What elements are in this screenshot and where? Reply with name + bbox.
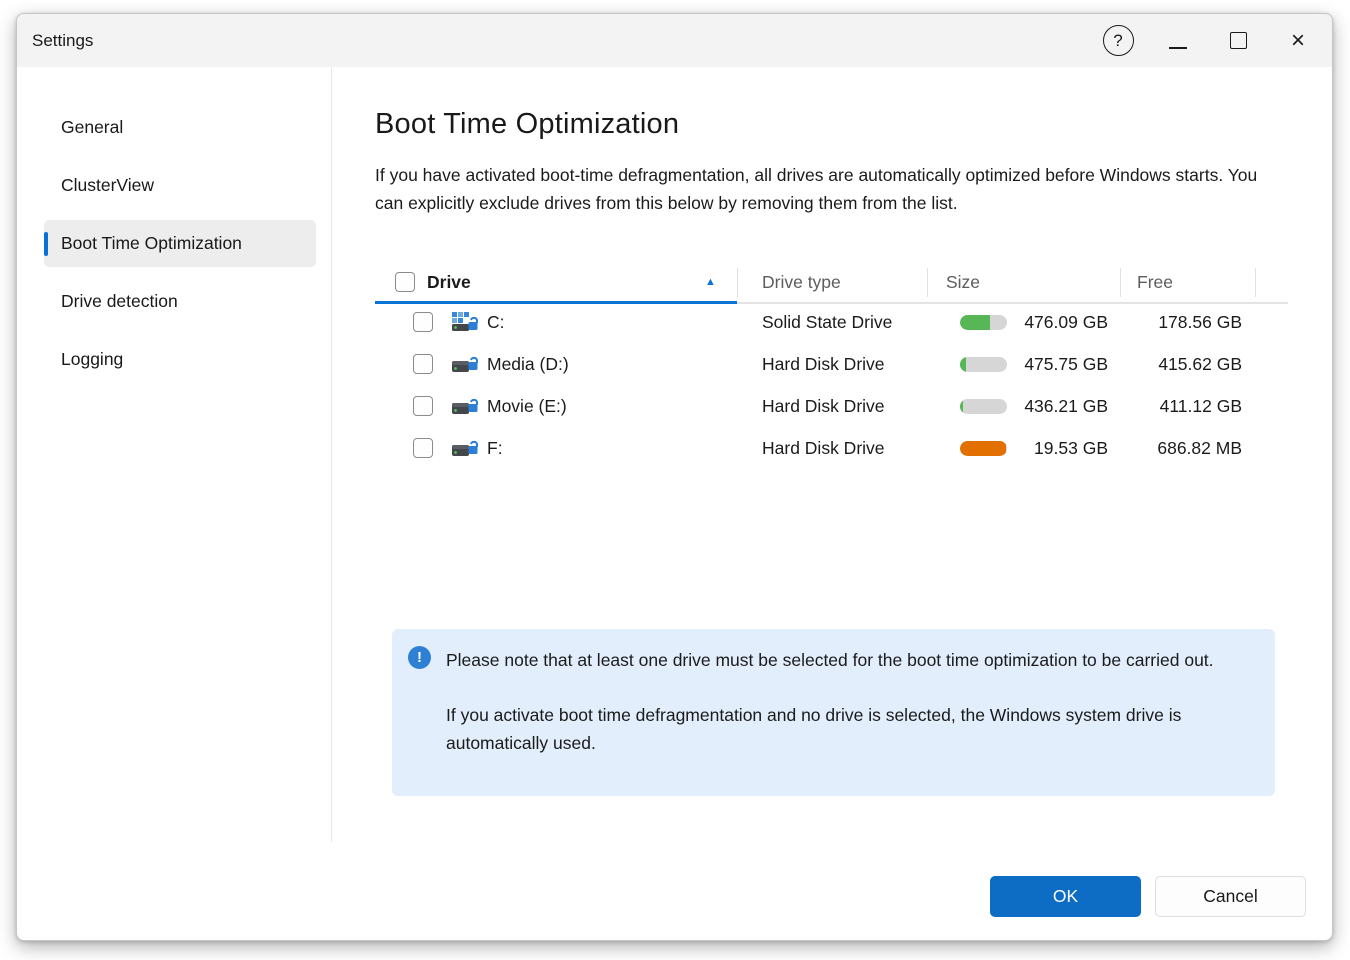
page-description: If you have activated boot-time defragme… [375,161,1283,217]
info-box: ! Please note that at least one drive mu… [392,629,1275,796]
sidebar-item-label: Boot Time Optimization [61,233,242,254]
close-button[interactable]: × [1282,25,1314,57]
settings-window: Settings ? × General ClusterView [16,13,1333,941]
drive-table: Drive ▲ Drive type Size Free [375,263,1288,469]
sidebar-item-boot-time-optimization[interactable]: Boot Time Optimization [44,220,316,267]
drive-size: 476.09 GB [968,301,1108,343]
table-row-drive-e[interactable]: Movie (E:) Hard Disk Drive 436.21 GB 411… [375,385,1288,427]
sidebar-item-label: General [61,117,123,138]
hdd-drive-icon [451,436,479,465]
table-row-drive-d[interactable]: Media (D:) Hard Disk Drive 475.75 GB 415… [375,343,1288,385]
table-header: Drive ▲ Drive type Size Free [375,263,1288,301]
info-icon: ! [408,646,431,669]
drive-free: 178.56 GB [1102,301,1242,343]
drive-label: Movie (E:) [487,385,567,427]
table-row-drive-f[interactable]: F: Hard Disk Drive 19.53 GB 686.82 MB [375,427,1288,469]
sidebar-item-label: ClusterView [61,175,154,196]
table-row-drive-c[interactable]: C: Solid State Drive 476.09 GB 178.56 GB [375,301,1288,343]
hdd-drive-icon [451,352,479,381]
drive-type: Hard Disk Drive [762,385,885,427]
sidebar-item-label: Logging [61,349,123,370]
sidebar-item-drive-detection[interactable]: Drive detection [44,278,316,325]
drive-size: 475.75 GB [968,343,1108,385]
drive-type: Hard Disk Drive [762,343,885,385]
column-header-drive-type[interactable]: Drive type [762,263,841,301]
info-paragraph: Please note that at least one drive must… [446,646,1235,674]
page-title: Boot Time Optimization [375,108,679,141]
drive-label: Media (D:) [487,343,569,385]
minimize-button[interactable] [1162,25,1194,57]
help-button[interactable]: ? [1102,25,1134,57]
sidebar-item-clusterview[interactable]: ClusterView [44,162,316,209]
drive-size: 19.53 GB [968,427,1108,469]
column-separator [927,268,928,297]
sort-ascending-icon: ▲ [705,263,716,301]
row-checkbox[interactable] [413,312,433,332]
column-header-drive[interactable]: Drive [427,263,471,301]
drive-type: Hard Disk Drive [762,427,885,469]
drive-label: C: [487,301,505,343]
sidebar-divider [331,67,332,842]
drive-type: Solid State Drive [762,301,892,343]
drive-free: 686.82 MB [1102,427,1242,469]
selected-accent-bar [44,232,48,256]
table-body: C: Solid State Drive 476.09 GB 178.56 GB [375,301,1288,469]
drive-free: 411.12 GB [1102,385,1242,427]
info-paragraph: If you activate boot time defragmentatio… [446,701,1235,757]
ok-button[interactable]: OK [990,876,1141,917]
row-checkbox[interactable] [413,354,433,374]
drive-free: 415.62 GB [1102,343,1242,385]
minimize-icon [1169,47,1187,49]
maximize-icon [1230,32,1247,49]
sidebar-item-logging[interactable]: Logging [44,336,316,383]
drive-size: 436.21 GB [968,385,1108,427]
titlebar: Settings ? × [17,14,1332,67]
row-checkbox[interactable] [413,396,433,416]
select-all-checkbox[interactable] [395,272,415,292]
sidebar-nav: General ClusterView Boot Time Optimizati… [44,104,316,394]
column-header-free[interactable]: Free [1137,263,1173,301]
cancel-button[interactable]: Cancel [1155,876,1306,917]
column-header-size[interactable]: Size [946,263,980,301]
hdd-drive-icon [451,394,479,423]
column-separator [737,268,738,297]
window-title: Settings [32,31,93,51]
caption-buttons: ? × [1102,14,1314,67]
help-icon: ? [1103,25,1134,56]
column-separator [1255,268,1256,297]
close-icon: × [1291,29,1305,53]
column-separator [1120,268,1121,297]
drive-label: F: [487,427,503,469]
sidebar-item-label: Drive detection [61,291,178,312]
maximize-button[interactable] [1222,25,1254,57]
ssd-drive-icon [451,310,479,339]
sidebar-item-general[interactable]: General [44,104,316,151]
row-checkbox[interactable] [413,438,433,458]
